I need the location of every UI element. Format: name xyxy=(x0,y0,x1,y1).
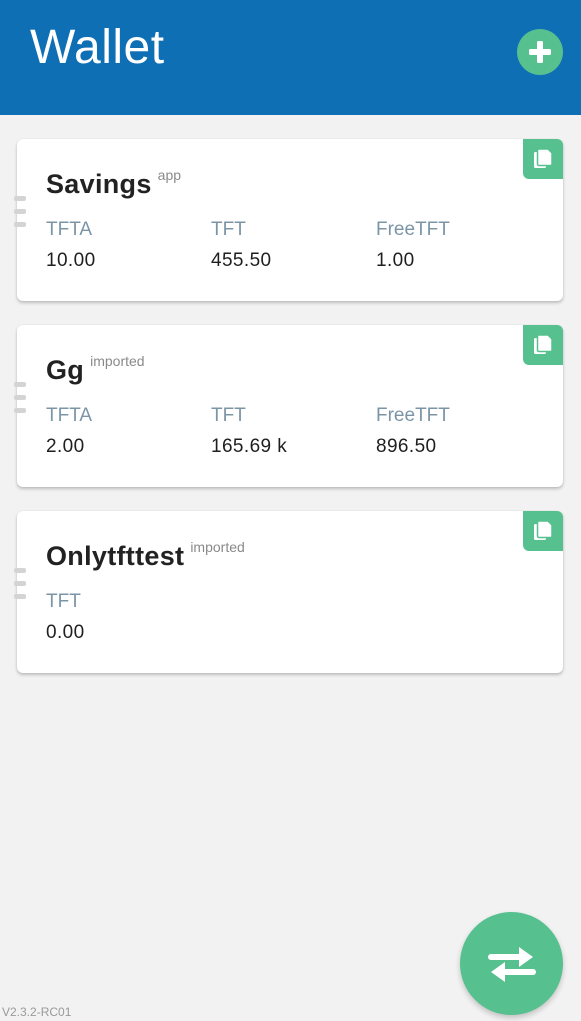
page-title: Wallet xyxy=(30,21,165,74)
wallet-tag: app xyxy=(157,167,182,183)
balance-label: TFTA xyxy=(46,219,93,240)
wallet-card[interactable]: Onlytfttest imported TFT 0.00 xyxy=(14,511,563,673)
balance-value: 455.50 xyxy=(211,250,272,271)
drag-handle-icon[interactable] xyxy=(14,196,28,235)
balance-item: FreeTFT 896.50 xyxy=(376,405,541,458)
balance-label: TFT xyxy=(211,405,246,426)
wallet-tag: imported xyxy=(190,539,245,555)
wallet-name: Savings xyxy=(46,169,152,199)
wallet-screen: Wallet Savings app TFTA 10.00 TFT 455.50… xyxy=(0,0,581,1021)
copy-icon xyxy=(534,334,553,354)
transfer-button[interactable] xyxy=(460,912,563,1015)
copy-icon xyxy=(534,520,553,540)
wallet-list: Savings app TFTA 10.00 TFT 455.50 FreeTF… xyxy=(14,139,563,697)
drag-handle-icon[interactable] xyxy=(14,382,28,421)
balance-item: TFT 0.00 xyxy=(46,591,211,644)
balance-row: TFT 0.00 xyxy=(46,591,546,644)
balance-item: TFTA 10.00 xyxy=(46,219,211,272)
drag-handle-icon[interactable] xyxy=(14,568,28,607)
swap-arrows-icon xyxy=(487,946,536,982)
balance-label: TFT xyxy=(46,591,81,612)
balance-value: 0.00 xyxy=(46,622,85,643)
balance-value: 10.00 xyxy=(46,250,96,271)
balance-value: 2.00 xyxy=(46,436,85,457)
balance-item: TFTA 2.00 xyxy=(46,405,211,458)
balance-item: TFT 165.69 k xyxy=(211,405,376,458)
balance-item: TFT 455.50 xyxy=(211,219,376,272)
wallet-tag: imported xyxy=(90,353,145,369)
app-version: V2.3.2-RC01 xyxy=(2,1005,72,1019)
balance-label: FreeTFT xyxy=(376,219,450,240)
copy-address-button[interactable] xyxy=(523,325,563,365)
add-wallet-button[interactable] xyxy=(517,29,563,75)
balance-row: TFTA 10.00 TFT 455.50 FreeTFT 1.00 xyxy=(46,219,546,272)
copy-icon xyxy=(534,148,553,168)
wallet-card[interactable]: Savings app TFTA 10.00 TFT 455.50 FreeTF… xyxy=(14,139,563,301)
plus-icon xyxy=(529,41,551,63)
balance-row: TFTA 2.00 TFT 165.69 k FreeTFT 896.50 xyxy=(46,405,546,458)
balance-value: 1.00 xyxy=(376,250,415,271)
app-header: Wallet xyxy=(0,0,581,115)
wallet-name: Gg xyxy=(46,355,85,385)
wallet-card[interactable]: Gg imported TFTA 2.00 TFT 165.69 k FreeT… xyxy=(14,325,563,487)
balance-label: TFTA xyxy=(46,405,93,426)
balance-label: TFT xyxy=(211,219,246,240)
balance-label: FreeTFT xyxy=(376,405,450,426)
balance-value: 896.50 xyxy=(376,436,437,457)
balance-item: FreeTFT 1.00 xyxy=(376,219,541,272)
copy-address-button[interactable] xyxy=(523,139,563,179)
balance-value: 165.69 k xyxy=(211,436,288,457)
wallet-name: Onlytfttest xyxy=(46,541,185,571)
copy-address-button[interactable] xyxy=(523,511,563,551)
